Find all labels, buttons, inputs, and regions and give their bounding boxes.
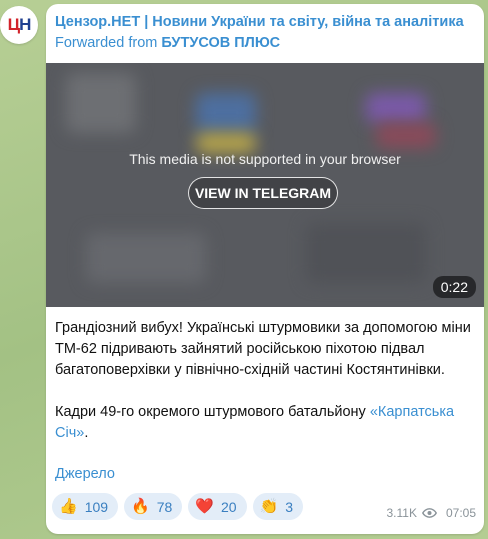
video-duration: 0:22 — [432, 276, 476, 298]
unsupported-media-message: This media is not supported in your brow… — [129, 151, 401, 167]
avatar-letter-1: Ц — [7, 15, 20, 34]
blurred-thumbnail-shape — [196, 93, 256, 133]
message-meta: 3.11K 07:05 — [387, 506, 477, 520]
reaction-clap[interactable]: 👏 3 — [252, 493, 304, 520]
view-count: 3.11K — [386, 506, 417, 520]
blurred-thumbnail-shape — [66, 73, 136, 133]
channel-avatar[interactable]: ЦН — [0, 6, 38, 44]
reaction-count: 78 — [156, 498, 173, 515]
fire-icon: 🔥 — [131, 498, 150, 515]
channel-title[interactable]: Цензор.НЕТ | Новини України та світу, ві… — [55, 14, 476, 30]
paragraph-1: Грандіозний вибух! Українські штурмовики… — [55, 320, 471, 378]
reaction-count: 3 — [285, 498, 294, 515]
paragraph-2-suffix: . — [84, 425, 89, 441]
reaction-thumbs-up[interactable]: 👍 109 — [52, 493, 119, 520]
source-link[interactable]: Джерело — [55, 466, 115, 482]
avatar-letter-2: Н — [19, 15, 31, 34]
message-time: 07:05 — [445, 506, 476, 520]
thumbs-up-icon: 👍 — [59, 498, 78, 515]
blurred-thumbnail-shape — [366, 93, 426, 123]
heart-icon: ❤️ — [195, 498, 214, 515]
view-in-telegram-button[interactable]: VIEW IN TELEGRAM — [188, 177, 338, 209]
reactions-bar: 👍 109 🔥 78 ❤️ 20 👏 3 — [52, 493, 304, 520]
message-text: Грандіозний вибух! Українські штурмовики… — [55, 318, 475, 465]
reaction-heart[interactable]: ❤️ 20 — [188, 493, 247, 520]
forwarded-source-link[interactable]: БУТУСОВ ПЛЮС — [161, 35, 280, 51]
reaction-fire[interactable]: 🔥 78 — [124, 493, 183, 520]
forwarded-prefix: Forwarded from — [55, 35, 162, 51]
reaction-count: 20 — [221, 498, 237, 515]
blurred-thumbnail-shape — [86, 233, 206, 283]
message-bubble: Цензор.НЕТ | Новини України та світу, ві… — [46, 4, 484, 534]
clap-icon: 👏 — [259, 498, 279, 515]
blurred-thumbnail-shape — [306, 223, 426, 283]
blurred-thumbnail-shape — [376, 123, 436, 148]
blurred-thumbnail-shape — [196, 133, 256, 153]
forwarded-from: Forwarded from БУТУСОВ ПЛЮС — [55, 35, 280, 51]
paragraph-2-prefix: Кадри 49-го окремого штурмового батальйо… — [55, 404, 370, 420]
reaction-count: 109 — [84, 498, 109, 515]
paragraph-2: Кадри 49-го окремого штурмового батальйо… — [55, 402, 475, 444]
eye-icon — [421, 508, 437, 518]
video-preview[interactable]: This media is not supported in your brow… — [46, 63, 484, 307]
